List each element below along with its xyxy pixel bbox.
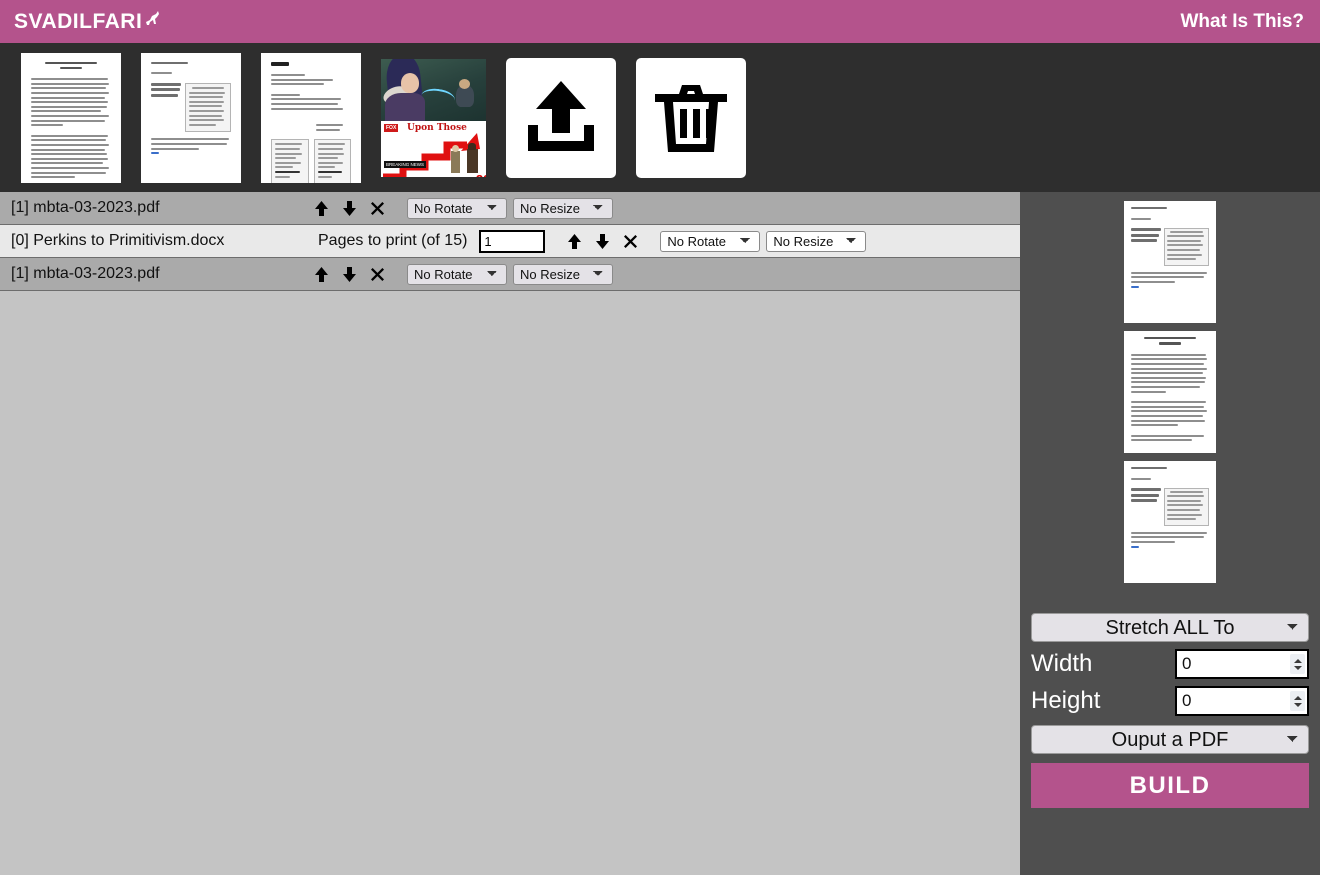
arrow-down-icon[interactable] [338, 197, 360, 219]
arrow-up-icon[interactable] [563, 230, 585, 252]
width-row: Width [1031, 649, 1309, 679]
file-name: [0] Perkins to Primitivism.docx [11, 232, 225, 249]
receipt-page-thumbnail[interactable] [141, 52, 241, 183]
height-input[interactable] [1175, 686, 1309, 716]
horse-icon [143, 8, 163, 33]
upload-icon [528, 80, 594, 151]
table-row[interactable]: [1] mbta-03-2023.pdf No Rotate No Resize [0, 192, 1020, 225]
height-label: Height [1031, 687, 1101, 714]
rotate-select[interactable]: No Rotate [407, 263, 507, 285]
width-stepper[interactable] [1290, 654, 1305, 674]
resize-select[interactable]: No Resize [766, 230, 867, 252]
pages-to-print-label: Pages to print (of 15) [318, 232, 468, 249]
preview-panel: Stretch ALL To Width Height [1020, 192, 1320, 875]
thumbnail-strip: FOX Upon Those BREAKING NEWS CRIME RATE … [0, 43, 1320, 192]
meme-image-thumbnail[interactable]: FOX Upon Those BREAKING NEWS CRIME RATE … [381, 58, 486, 177]
arrow-up-icon[interactable] [310, 263, 332, 285]
stretch-mode-select[interactable]: Stretch ALL To [1031, 613, 1309, 642]
row-controls: No Rotate No Resize [310, 197, 613, 219]
table-row[interactable]: [1] mbta-03-2023.pdf No Rotate No Resize [0, 258, 1020, 291]
height-row: Height [1031, 686, 1309, 716]
rotate-select[interactable]: No Rotate [660, 230, 761, 252]
arrow-down-icon[interactable] [591, 230, 613, 252]
build-button[interactable]: BUILD [1031, 763, 1309, 808]
brand: SVADILFARI [14, 8, 163, 35]
resize-select[interactable]: No Resize [513, 197, 613, 219]
file-name: [1] mbta-03-2023.pdf [11, 265, 160, 282]
close-x-icon[interactable] [619, 230, 641, 252]
row-controls: No Rotate No Resize [310, 263, 613, 285]
upload-button[interactable] [506, 57, 616, 178]
delete-all-button[interactable] [636, 57, 746, 178]
file-list: [1] mbta-03-2023.pdf No Rotate No Resize [0, 192, 1020, 875]
app-header: SVADILFARI What Is This? [0, 0, 1320, 43]
preview-page-3[interactable] [1124, 461, 1216, 583]
build-controls: Stretch ALL To Width Height [1031, 613, 1309, 808]
arrow-down-icon[interactable] [338, 263, 360, 285]
meme-bottom-panel: FOX Upon Those BREAKING NEWS CRIME RATE … [381, 120, 486, 177]
resize-select[interactable]: No Resize [513, 263, 613, 285]
rotate-select[interactable]: No Rotate [407, 197, 507, 219]
main-area: [1] mbta-03-2023.pdf No Rotate No Resize [0, 192, 1320, 875]
output-mode-select[interactable]: Ouput a PDF [1031, 725, 1309, 754]
preview-page-2[interactable] [1124, 331, 1216, 453]
essay-page-thumbnail[interactable] [21, 52, 121, 183]
what-is-this-link[interactable]: What Is This? [1181, 11, 1305, 33]
preview-page-1[interactable] [1124, 201, 1216, 323]
row-controls: Pages to print (of 15) No Rotate No Resi… [318, 229, 867, 253]
close-x-icon[interactable] [366, 197, 388, 219]
height-stepper[interactable] [1290, 691, 1305, 711]
arrow-up-icon[interactable] [310, 197, 332, 219]
invoice-page-thumbnail[interactable] [261, 52, 361, 183]
pages-to-print-input[interactable] [479, 229, 546, 253]
width-label: Width [1031, 650, 1093, 677]
table-row[interactable]: [0] Perkins to Primitivism.docx Pages to… [0, 225, 1020, 258]
trash-icon [655, 84, 727, 152]
width-input[interactable] [1175, 649, 1309, 679]
brand-title: SVADILFARI [14, 9, 143, 33]
meme-top-panel [381, 58, 486, 121]
file-name: [1] mbta-03-2023.pdf [11, 199, 160, 216]
close-x-icon[interactable] [366, 263, 388, 285]
